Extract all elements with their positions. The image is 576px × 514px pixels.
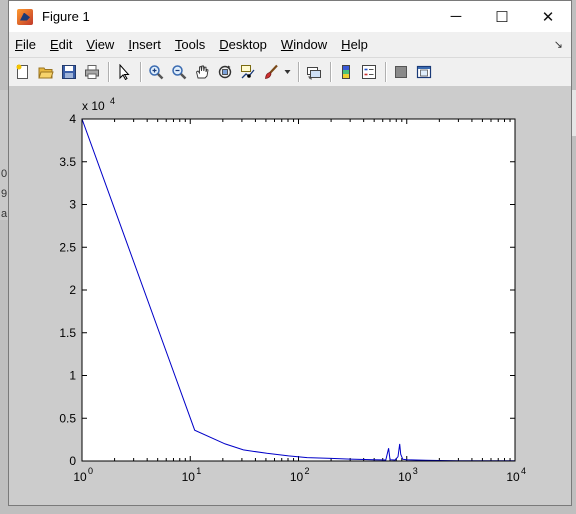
- x-tick-label: 10: [398, 470, 412, 484]
- open-file-icon[interactable]: [35, 61, 57, 83]
- save-icon[interactable]: [58, 61, 80, 83]
- y-tick-label: 3: [69, 198, 76, 212]
- background-text: a: [1, 208, 8, 220]
- window-title: Figure 1: [42, 9, 90, 24]
- figure-window: Figure 1 ─ ☐ ✕ File Edit View Insert Too…: [8, 0, 572, 506]
- menu-window[interactable]: Window: [275, 37, 335, 52]
- log-line-chart: 00.511.522.533.54x 10 410 0 10 1 10 2 10 3 10 4: [59, 96, 526, 484]
- plot-area: [82, 119, 515, 461]
- menu-desktop[interactable]: Desktop: [213, 37, 275, 52]
- menu-bar: File Edit View Insert Tools Desktop Wind…: [9, 32, 571, 57]
- close-button[interactable]: ✕: [525, 1, 571, 32]
- x-tick-label: 10: [506, 470, 520, 484]
- y-tick-label: 2: [69, 283, 76, 297]
- dock-figure-icon[interactable]: ↘: [554, 38, 563, 51]
- menu-tools[interactable]: Tools: [169, 37, 213, 52]
- menu-view[interactable]: View: [80, 37, 122, 52]
- title-bar[interactable]: Figure 1 ─ ☐ ✕: [9, 1, 571, 32]
- y-exponent-label: x 10: [82, 99, 105, 113]
- matlab-logo-icon: [17, 8, 33, 25]
- brush-icon[interactable]: [260, 61, 282, 83]
- edit-plot-arrow-icon[interactable]: [113, 61, 135, 83]
- menu-edit[interactable]: Edit: [44, 37, 80, 52]
- x-tick-label: 2: [305, 466, 310, 476]
- menu-insert[interactable]: Insert: [122, 37, 169, 52]
- x-tick-label: 10: [182, 470, 196, 484]
- figure-toolbar: [9, 57, 571, 87]
- link-plot-icon[interactable]: [303, 61, 325, 83]
- zoom-out-icon[interactable]: [168, 61, 190, 83]
- hide-plot-tools-icon[interactable]: [390, 61, 412, 83]
- y-tick-label: 1.5: [59, 326, 76, 340]
- menu-file[interactable]: File: [9, 37, 44, 52]
- x-tick-label: 0: [88, 466, 93, 476]
- minimize-button[interactable]: ─: [433, 1, 479, 32]
- new-figure-icon[interactable]: [12, 61, 34, 83]
- y-tick-label: 0.5: [59, 411, 76, 425]
- x-tick-label: 10: [73, 470, 87, 484]
- rotate-3d-icon[interactable]: [214, 61, 236, 83]
- pan-hand-icon[interactable]: [191, 61, 213, 83]
- menu-help[interactable]: Help: [335, 37, 376, 52]
- background-text: 9: [1, 188, 8, 200]
- zoom-in-icon[interactable]: [145, 61, 167, 83]
- toolbar-separator: [108, 62, 109, 82]
- y-tick-label: 3.5: [59, 155, 76, 169]
- x-tick-label: 4: [521, 466, 526, 476]
- show-plot-tools-icon[interactable]: [413, 61, 435, 83]
- y-exponent-power: 4: [110, 96, 115, 106]
- maximize-button[interactable]: ☐: [479, 1, 525, 32]
- y-tick-label: 1: [69, 369, 76, 383]
- data-cursor-icon[interactable]: [237, 61, 259, 83]
- x-tick-label: 3: [413, 466, 418, 476]
- brush-dropdown-icon[interactable]: [283, 69, 291, 75]
- y-tick-label: 0: [69, 454, 76, 468]
- toolbar-separator: [140, 62, 141, 82]
- y-tick-label: 4: [69, 112, 76, 126]
- x-tick-label: 10: [290, 470, 304, 484]
- toolbar-separator: [385, 62, 386, 82]
- background-text: 0: [1, 168, 8, 180]
- toolbar-separator: [330, 62, 331, 82]
- y-tick-label: 2.5: [59, 240, 76, 254]
- x-tick-label: 1: [196, 466, 201, 476]
- insert-legend-icon[interactable]: [358, 61, 380, 83]
- figure-canvas: 0 0.5 1 1.5 2 2.5 3 3.5 4 x 10 4 10 0 10 1 10 2 10 3 10 4: [9, 86, 571, 505]
- insert-colorbar-icon[interactable]: [335, 61, 357, 83]
- toolbar-separator: [298, 62, 299, 82]
- print-icon[interactable]: [81, 61, 103, 83]
